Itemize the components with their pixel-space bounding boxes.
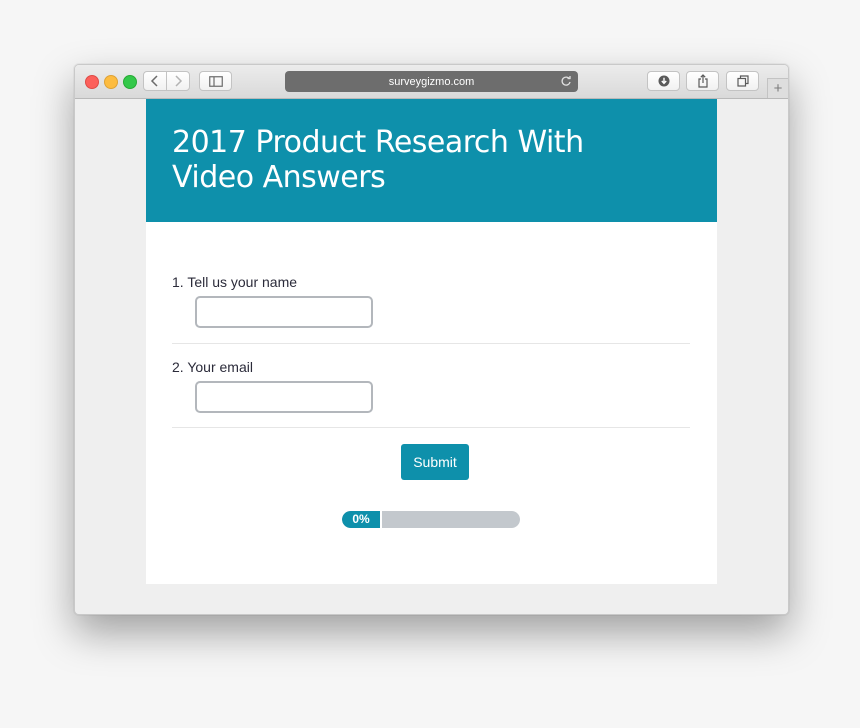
chevron-left-icon [150, 75, 158, 87]
question-label: 2. Your email [172, 359, 253, 375]
progress-bar: 0% [342, 511, 520, 528]
download-button[interactable] [647, 71, 680, 91]
new-tab-button[interactable]: + [767, 78, 788, 98]
name-input[interactable] [195, 296, 373, 328]
minimize-window-button[interactable] [104, 75, 118, 89]
back-button[interactable] [144, 72, 166, 90]
chevron-right-icon [175, 75, 183, 87]
question-label: 1. Tell us your name [172, 274, 298, 290]
browser-window: surveygizmo.com + 2017 Product Research … [74, 64, 789, 615]
progress-fill: 0% [342, 511, 382, 528]
sidebar-icon [208, 75, 223, 87]
navigation-buttons [143, 71, 190, 91]
browser-toolbar: surveygizmo.com + [75, 65, 788, 99]
survey-header: 2017 Product Research With Video Answers [146, 99, 717, 222]
question-email: 2. Your email [172, 359, 690, 428]
sidebar-button[interactable] [199, 71, 232, 91]
url-text: surveygizmo.com [388, 75, 475, 88]
tabs-icon [736, 75, 749, 87]
survey-form: 2017 Product Research With Video Answers… [146, 99, 717, 584]
share-icon [697, 74, 708, 88]
page-viewport: 2017 Product Research With Video Answers… [75, 99, 788, 614]
share-button[interactable] [686, 71, 719, 91]
download-icon [658, 75, 669, 87]
forward-button[interactable] [166, 72, 189, 90]
reload-icon[interactable] [560, 75, 572, 87]
email-input[interactable] [195, 381, 373, 413]
submit-button[interactable]: Submit [401, 444, 469, 480]
close-window-button[interactable] [85, 75, 99, 89]
question-name: 1. Tell us your name [172, 274, 690, 344]
survey-title: 2017 Product Research With Video Answers [172, 125, 584, 195]
address-bar[interactable]: surveygizmo.com [285, 71, 578, 92]
maximize-window-button[interactable] [123, 75, 137, 89]
tabs-overview-button[interactable] [726, 71, 759, 91]
